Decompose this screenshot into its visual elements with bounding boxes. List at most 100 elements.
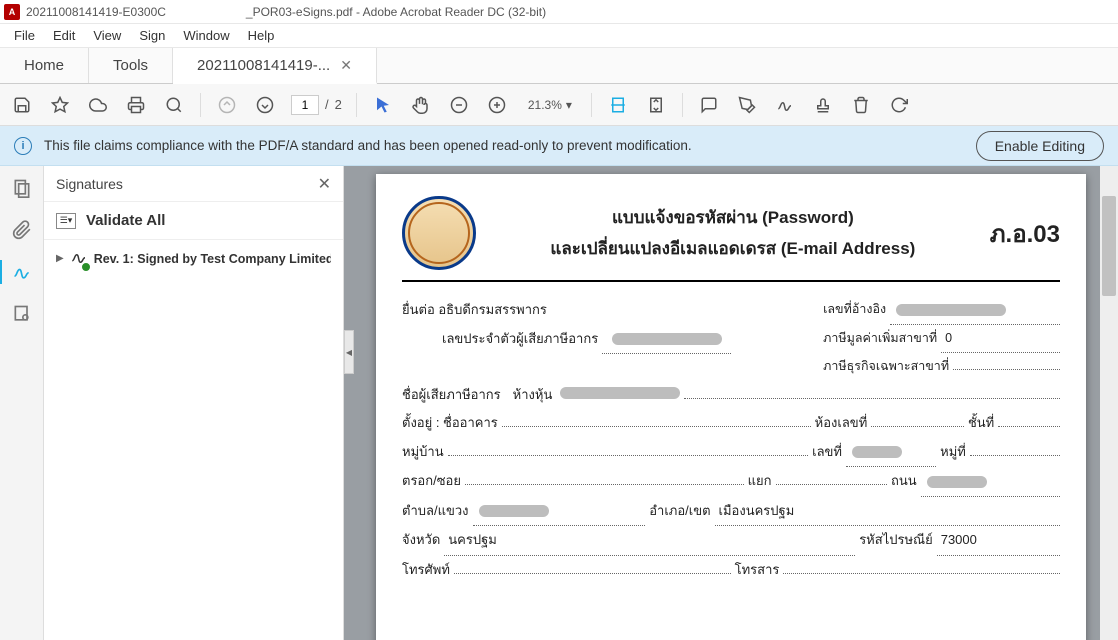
redacted-value bbox=[852, 446, 902, 458]
pdf-page: แบบแจ้งขอรหัสผ่าน (Password) และเปลี่ยนแ… bbox=[376, 174, 1086, 640]
toolbar: / 2 21.3%▾ bbox=[0, 84, 1118, 126]
page-indicator: / 2 bbox=[291, 95, 342, 115]
search-icon[interactable] bbox=[162, 93, 186, 117]
enable-editing-button[interactable]: Enable Editing bbox=[976, 131, 1104, 161]
road-label: ถนน bbox=[891, 467, 917, 496]
hand-icon[interactable] bbox=[409, 93, 433, 117]
zoom-dropdown[interactable]: 21.3%▾ bbox=[523, 97, 577, 113]
signature-item[interactable]: ▶ Rev. 1: Signed by Test Company Limited… bbox=[44, 240, 343, 277]
form-submit-to: ยื่นต่อ อธิบดีกรมสรรพากร bbox=[402, 296, 731, 325]
left-rail bbox=[0, 166, 44, 640]
phone-label: โทรศัพท์ bbox=[402, 556, 450, 585]
page-total: 2 bbox=[335, 97, 342, 112]
amphoe-value: เมืองนครปฐม bbox=[715, 503, 799, 518]
signatures-icon[interactable] bbox=[10, 260, 34, 284]
redacted-value bbox=[927, 476, 987, 488]
validate-all-button[interactable]: ☰▾ Validate All bbox=[44, 202, 343, 240]
doc-form-code: ภ.อ.03 bbox=[990, 214, 1060, 253]
compliance-infobar: i This file claims compliance with the P… bbox=[0, 126, 1118, 166]
fit-page-icon[interactable] bbox=[644, 93, 668, 117]
separator bbox=[591, 93, 592, 117]
separator bbox=[682, 93, 683, 117]
cloud-icon[interactable] bbox=[86, 93, 110, 117]
scrollbar-thumb[interactable] bbox=[1102, 196, 1116, 296]
province-label: จังหวัด bbox=[402, 526, 440, 555]
page-current-input[interactable] bbox=[291, 95, 319, 115]
tab-bar: Home Tools 20211008141419-... ✕ bbox=[0, 48, 1118, 84]
menu-sign[interactable]: Sign bbox=[131, 26, 173, 45]
signatures-panel: Signatures ✕ ☰▾ Validate All ▶ Rev. 1: S… bbox=[44, 166, 344, 640]
panel-collapse-handle[interactable]: ◀ bbox=[344, 330, 354, 374]
highlight-icon[interactable] bbox=[735, 93, 759, 117]
separator bbox=[200, 93, 201, 117]
redacted-value bbox=[479, 505, 549, 517]
zoom-out-icon[interactable] bbox=[447, 93, 471, 117]
document-viewport[interactable]: แบบแจ้งขอรหัสผ่าน (Password) และเปลี่ยนแ… bbox=[344, 166, 1118, 640]
doc-title-line1: แบบแจ้งขอรหัสผ่าน (Password) bbox=[490, 204, 976, 231]
menu-help[interactable]: Help bbox=[240, 26, 283, 45]
zoom-in-icon[interactable] bbox=[485, 93, 509, 117]
amphoe-label: อำเภอ/เขต bbox=[649, 497, 710, 526]
province-value: นครปฐม bbox=[444, 532, 501, 547]
signature-valid-icon bbox=[70, 248, 88, 269]
page-up-icon[interactable] bbox=[215, 93, 239, 117]
zip-label: รหัสไปรษณีย์ bbox=[859, 526, 933, 555]
doc-title-line2: และเปลี่ยนแปลงอีเมลแอดเดรส (E-mail Addre… bbox=[490, 235, 976, 262]
save-icon[interactable] bbox=[10, 93, 34, 117]
vertical-scrollbar[interactable] bbox=[1100, 166, 1118, 640]
panel-title: Signatures bbox=[56, 176, 123, 192]
sbt-branch-label: ภาษีธุรกิจเฉพาะสาขาที่ bbox=[823, 353, 949, 381]
comment-icon[interactable] bbox=[697, 93, 721, 117]
info-icon: i bbox=[14, 137, 32, 155]
vat-branch-label: ภาษีมูลค่าเพิ่มสาขาที่ bbox=[823, 325, 937, 353]
refresh-icon[interactable] bbox=[887, 93, 911, 117]
print-icon[interactable] bbox=[124, 93, 148, 117]
govt-seal-icon bbox=[402, 196, 476, 270]
tab-document[interactable]: 20211008141419-... ✕ bbox=[173, 48, 377, 84]
menu-bar: File Edit View Sign Window Help bbox=[0, 24, 1118, 48]
title-bar: A 20211008141419-E0300C _POR03-eSigns.pd… bbox=[0, 0, 1118, 24]
chevron-right-icon: ▶ bbox=[56, 253, 64, 264]
pointer-icon[interactable] bbox=[371, 93, 395, 117]
yaek-label: แยก bbox=[748, 467, 772, 496]
thumbnails-icon[interactable] bbox=[10, 176, 34, 200]
star-icon[interactable] bbox=[48, 93, 72, 117]
tab-home[interactable]: Home bbox=[0, 48, 89, 83]
stamp-icon[interactable] bbox=[811, 93, 835, 117]
number-label: เลขที่ bbox=[812, 438, 842, 467]
window-filename: 20211008141419-E0300C bbox=[26, 5, 166, 19]
redacted-value bbox=[612, 333, 722, 345]
page-down-icon[interactable] bbox=[253, 93, 277, 117]
validate-all-label: Validate All bbox=[86, 212, 165, 229]
menu-view[interactable]: View bbox=[85, 26, 129, 45]
taxpayer-name-label: ชื่อผู้เสียภาษีอากร bbox=[402, 381, 501, 410]
village-label: หมู่บ้าน bbox=[402, 438, 444, 467]
menu-edit[interactable]: Edit bbox=[45, 26, 83, 45]
zoom-value: 21.3% bbox=[528, 98, 562, 112]
fit-width-icon[interactable] bbox=[606, 93, 630, 117]
floor-label: ชั้นที่ bbox=[968, 409, 994, 438]
name-prefix: ห้างหุ้น bbox=[509, 381, 557, 410]
menu-window[interactable]: Window bbox=[175, 26, 237, 45]
taxid-label: เลขประจำตัวผู้เสียภาษีอากร bbox=[442, 325, 598, 354]
redacted-value bbox=[560, 387, 680, 399]
validate-list-icon: ☰▾ bbox=[56, 213, 76, 229]
sign-icon[interactable] bbox=[773, 93, 797, 117]
menu-file[interactable]: File bbox=[6, 26, 43, 45]
redacted-value bbox=[896, 304, 1006, 316]
attachments-icon[interactable] bbox=[10, 218, 34, 242]
room-label: ห้องเลขที่ bbox=[815, 409, 868, 438]
window-title: _POR03-eSigns.pdf - Adobe Acrobat Reader… bbox=[246, 5, 546, 19]
tambon-label: ตำบล/แขวง bbox=[402, 497, 469, 526]
tab-document-label: 20211008141419-... bbox=[197, 57, 330, 74]
fax-label: โทรสาร bbox=[735, 556, 780, 585]
delete-icon[interactable] bbox=[849, 93, 873, 117]
infobar-message: This file claims compliance with the PDF… bbox=[44, 138, 964, 153]
app-icon: A bbox=[4, 4, 20, 20]
signature-label: Rev. 1: Signed by Test Company Limited (… bbox=[94, 252, 331, 266]
moo-label: หมู่ที่ bbox=[940, 438, 966, 467]
panel-close-icon[interactable]: ✕ bbox=[318, 174, 331, 194]
layers-icon[interactable] bbox=[10, 302, 34, 326]
tab-close-icon[interactable]: ✕ bbox=[340, 57, 352, 74]
tab-tools[interactable]: Tools bbox=[89, 48, 173, 83]
